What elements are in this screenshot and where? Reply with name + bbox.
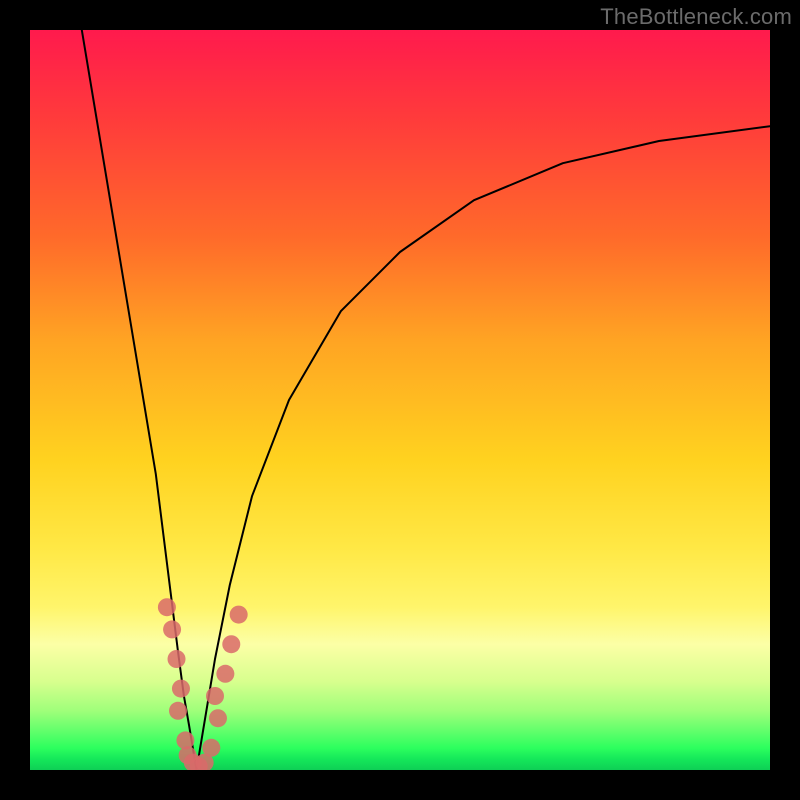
highlight-dot — [216, 665, 234, 683]
highlight-dot — [168, 650, 186, 668]
highlight-dot — [206, 687, 224, 705]
highlight-dot — [222, 635, 240, 653]
curve-svg — [30, 30, 770, 770]
marker-group — [158, 598, 248, 770]
highlight-dot — [158, 598, 176, 616]
highlight-dot — [230, 606, 248, 624]
chart-frame: TheBottleneck.com — [0, 0, 800, 800]
watermark-text: TheBottleneck.com — [600, 4, 792, 30]
highlight-dot — [163, 620, 181, 638]
highlight-dot — [209, 709, 227, 727]
highlight-dot — [172, 680, 190, 698]
highlight-dot — [202, 739, 220, 757]
highlight-dot — [169, 702, 187, 720]
plot-area — [30, 30, 770, 770]
curve-right-branch — [197, 126, 771, 770]
